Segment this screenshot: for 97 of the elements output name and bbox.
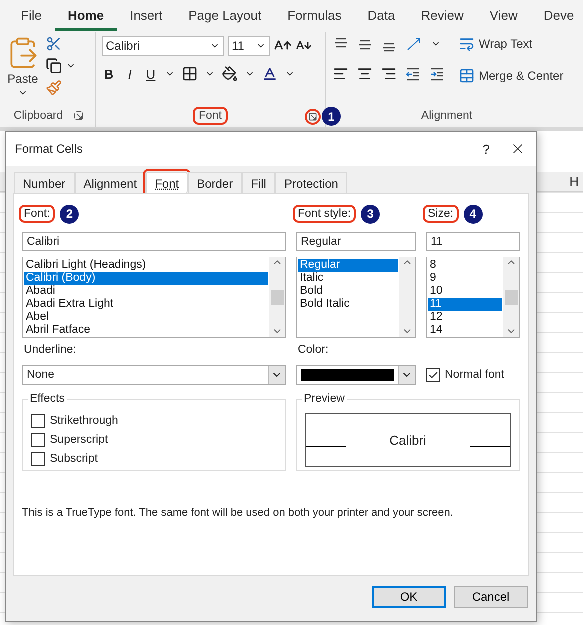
ribbon-tab[interactable]: Page Layout (176, 2, 275, 30)
align-center-icon[interactable] (357, 66, 373, 82)
input-field[interactable]: Regular (296, 232, 416, 251)
field-label: Underline: (23, 344, 78, 356)
ribbon-tab[interactable]: File (8, 2, 55, 30)
font-size-field[interactable]: 11 (228, 36, 270, 56)
callout-badge: 1 (322, 107, 341, 126)
group-label: Font (196, 110, 225, 122)
list-item[interactable]: Calibri (Body) (24, 272, 268, 285)
checkbox-label: Superscript (50, 434, 108, 446)
scroll-thumb[interactable] (270, 290, 284, 304)
increase-indent-icon[interactable] (429, 66, 445, 82)
list-item[interactable]: Abadi (24, 285, 268, 298)
field-label: Font: (22, 208, 52, 220)
list-item[interactable]: Abril Fatface (24, 324, 268, 337)
checkbox[interactable] (426, 368, 440, 382)
field-label: Font style: (296, 208, 354, 220)
ribbon-tab[interactable]: Formulas (274, 2, 355, 30)
dialog-tab[interactable]: Protection (275, 172, 348, 194)
list-item[interactable]: 9 (428, 272, 502, 285)
scrollbar[interactable] (503, 257, 519, 337)
group-label: Clipboard (12, 110, 64, 122)
list-item[interactable]: Regular (298, 259, 398, 272)
merge-icon (459, 68, 475, 84)
format-button[interactable]: U (144, 66, 158, 82)
ribbon-tab[interactable]: Deve (530, 2, 583, 30)
input-field[interactable]: 11 (426, 232, 520, 251)
dialog-tab[interactable]: Font (146, 172, 188, 194)
dialog-tab[interactable]: Alignment (74, 172, 146, 194)
ribbon-tab[interactable]: Insert (117, 2, 176, 30)
wrap-text-icon (459, 36, 475, 52)
list-item[interactable]: 14 (428, 324, 502, 337)
scrollbar[interactable] (269, 257, 285, 337)
wrap-text-button[interactable]: Wrap Text (459, 36, 564, 52)
ok-button[interactable]: OK (372, 586, 446, 608)
align-right-icon[interactable] (381, 66, 397, 82)
list-box[interactable]: 8 9 10 11 12 14 (426, 257, 520, 338)
copy-icon[interactable] (46, 58, 62, 74)
list-box[interactable]: Calibri Light (Headings) Calibri (Body) Abadi Abadi Extra Light Abel Abril Fatface (22, 257, 286, 338)
list-item[interactable]: 12 (428, 311, 502, 324)
cancel-button[interactable]: Cancel (454, 586, 528, 608)
scroll-thumb[interactable] (504, 290, 518, 304)
input-field[interactable]: Calibri (22, 232, 286, 251)
list-item[interactable]: Calibri Light (Headings) (24, 259, 268, 272)
list-box[interactable]: Regular Italic Bold Bold Italic (296, 257, 416, 338)
checkbox-label: Subscript (50, 453, 98, 465)
list-item[interactable]: Abadi Extra Light (24, 298, 268, 311)
color-select[interactable] (296, 365, 416, 385)
checkbox[interactable] (31, 452, 45, 466)
help-button[interactable]: ? (482, 142, 490, 156)
decrease-indent-icon[interactable] (405, 66, 421, 82)
dialog-tab[interactable]: Fill (242, 172, 276, 194)
cut-icon[interactable] (46, 36, 62, 52)
dialog-tab[interactable]: Border (188, 172, 242, 194)
column-header: H (570, 174, 579, 189)
checkbox-label: Strikethrough (50, 415, 118, 427)
merge-center-button[interactable]: Merge & Center (459, 68, 564, 84)
align-left-icon[interactable] (333, 66, 349, 82)
list-item[interactable]: 8 (428, 259, 502, 272)
list-item[interactable]: Abel (24, 311, 268, 324)
field-label: Size: (426, 208, 456, 220)
dialog-launcher-icon[interactable] (74, 111, 84, 121)
format-button[interactable]: B (102, 66, 116, 82)
callout-badge: 4 (464, 204, 483, 224)
group-title: Preview (302, 393, 347, 405)
format-button[interactable]: I (123, 66, 137, 82)
checkbox-label: Normal font (445, 369, 504, 381)
ribbon-tab[interactable]: View (476, 2, 531, 30)
callout-badge: 2 (60, 204, 80, 224)
list-item[interactable]: 11 (428, 298, 502, 311)
fill-color-icon[interactable] (222, 66, 238, 82)
scrollbar[interactable] (399, 257, 415, 337)
orientation-icon[interactable] (405, 36, 423, 52)
group-title: Effects (28, 393, 67, 405)
field-label: Color: (297, 344, 330, 356)
paste-button[interactable]: Paste (8, 72, 38, 86)
checkbox[interactable] (31, 433, 45, 447)
list-item[interactable]: Bold (298, 285, 398, 298)
check-icon (428, 370, 438, 380)
info-text: This is a TrueType font. The same font will be used on both your printer and your screen. (22, 507, 454, 519)
checkbox[interactable] (31, 414, 45, 428)
list-item[interactable]: 10 (428, 285, 502, 298)
callout-badge: 3 (361, 204, 380, 224)
dialog-tab[interactable]: Number (14, 172, 75, 194)
dialog-launcher-icon[interactable] (308, 112, 318, 122)
font-color-icon[interactable] (262, 66, 278, 82)
preview-text: Calibri (390, 432, 426, 448)
font-name-field[interactable]: Calibri (102, 36, 224, 56)
borders-icon[interactable] (182, 66, 198, 82)
ribbon-tab[interactable]: Data (354, 2, 408, 30)
group-label: Alignment (420, 110, 474, 122)
window-title: Format Cells (15, 142, 84, 156)
ribbon-tab[interactable]: Review (408, 2, 477, 30)
format-painter-icon[interactable] (46, 80, 62, 96)
list-item[interactable]: Bold Italic (298, 298, 398, 311)
list-item[interactable]: Italic (298, 272, 398, 285)
underline-select[interactable]: None (22, 365, 286, 385)
